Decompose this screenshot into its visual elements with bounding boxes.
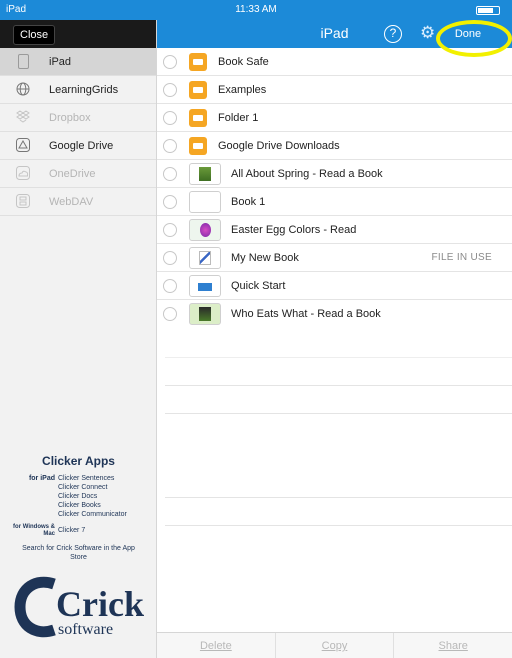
sidebar-item-learninggrids[interactable]: LearningGrids	[0, 76, 156, 104]
promo-search-text: Search for Crick Software in the App Sto…	[22, 545, 135, 561]
sidebar-item-label: LearningGrids	[49, 84, 119, 96]
sidebar: Close iPad LearningGrids Dropbox Google …	[0, 20, 157, 658]
action-toolbar: Delete Copy Share	[157, 632, 512, 658]
folder-icon	[189, 137, 207, 155]
sidebar-item-dropbox[interactable]: Dropbox	[0, 104, 156, 132]
sidebar-item-ipad[interactable]: iPad	[0, 48, 156, 76]
select-radio[interactable]	[163, 111, 177, 125]
list-item[interactable]: Quick Start	[157, 272, 512, 300]
select-radio[interactable]	[163, 251, 177, 265]
dropbox-icon	[16, 110, 30, 125]
ipad-device-icon	[16, 54, 30, 69]
file-name: Quick Start	[231, 280, 286, 292]
webdav-icon	[16, 194, 30, 209]
book-thumbnail-icon	[189, 219, 221, 241]
select-radio[interactable]	[163, 83, 177, 97]
done-button[interactable]: Done	[448, 28, 488, 40]
select-radio[interactable]	[163, 139, 177, 153]
clicker-apps-promo: Clicker Apps for iPad Clicker Sentences …	[0, 454, 157, 562]
close-button[interactable]: Close	[13, 25, 56, 45]
book-thumbnail-icon	[189, 191, 221, 213]
promo-ipad-apps: for iPad Clicker Sentences Clicker Conne…	[0, 474, 157, 519]
promo-title: Clicker Apps	[42, 454, 115, 468]
folder-icon	[189, 109, 207, 127]
book-thumbnail-icon	[189, 275, 221, 297]
promo-desktop-lead: for Windows & Mac	[13, 524, 55, 537]
delete-button[interactable]: Delete	[157, 633, 276, 658]
select-radio[interactable]	[163, 279, 177, 293]
promo-app-link[interactable]: Clicker Books	[58, 501, 127, 510]
promo-app-link[interactable]: Clicker Connect	[58, 483, 127, 492]
folder-icon	[189, 53, 207, 71]
list-item[interactable]: Book 1	[157, 188, 512, 216]
file-name: Examples	[218, 84, 267, 96]
file-name: All About Spring - Read a Book	[231, 168, 383, 180]
promo-desktop-apps: for Windows & Mac Clicker 7	[0, 524, 157, 538]
file-in-use-badge: FILE IN USE	[431, 252, 492, 263]
sidebar-item-label: WebDAV	[49, 196, 94, 208]
file-browser: iPad ? ⚙ Done Book Safe Examples Folder …	[157, 20, 512, 658]
book-thumbnail-icon	[189, 303, 221, 325]
book-thumbnail-icon	[189, 163, 221, 185]
share-button[interactable]: Share	[394, 633, 512, 658]
top-bar: iPad ? ⚙ Done	[157, 20, 512, 48]
file-name: Google Drive Downloads	[218, 140, 340, 152]
promo-ipad-lead: for iPad	[28, 475, 55, 482]
google-drive-icon	[16, 138, 30, 153]
copy-button[interactable]: Copy	[276, 633, 395, 658]
promo-app-link[interactable]: Clicker Communicator	[58, 510, 127, 519]
list-item[interactable]: All About Spring - Read a Book	[157, 160, 512, 188]
list-item[interactable]: Book Safe	[157, 48, 512, 76]
file-name: Book 1	[231, 196, 266, 208]
promo-app-link[interactable]: Clicker Docs	[58, 492, 127, 501]
list-item[interactable]: Who Eats What - Read a Book	[157, 300, 512, 328]
list-item[interactable]: Examples	[157, 76, 512, 104]
select-radio[interactable]	[163, 55, 177, 69]
list-item[interactable]: My New Book FILE IN USE	[157, 244, 512, 272]
crick-software-logo: Crick software	[14, 576, 144, 638]
file-name: Book Safe	[218, 56, 269, 68]
select-radio[interactable]	[163, 195, 177, 209]
sidebar-item-label: iPad	[49, 56, 72, 68]
promo-app-link[interactable]: Clicker 7	[58, 524, 85, 534]
promo-app-link[interactable]: Clicker Sentences	[58, 474, 127, 483]
sidebar-header: Close	[0, 20, 156, 48]
help-button[interactable]: ?	[384, 25, 402, 43]
select-radio[interactable]	[163, 167, 177, 181]
empty-list-area	[165, 330, 512, 526]
sidebar-item-webdav[interactable]: WebDAV	[0, 188, 156, 216]
file-name: Who Eats What - Read a Book	[231, 308, 381, 320]
globe-icon	[16, 82, 30, 97]
logo-main-text: Crick	[56, 584, 144, 624]
select-radio[interactable]	[163, 307, 177, 321]
folder-icon	[189, 81, 207, 99]
list-item[interactable]: Folder 1	[157, 104, 512, 132]
onedrive-icon	[16, 166, 30, 181]
battery-icon	[476, 6, 500, 15]
sidebar-item-google-drive[interactable]: Google Drive	[0, 132, 156, 160]
file-name: My New Book	[231, 252, 299, 264]
sidebar-item-label: OneDrive	[49, 168, 96, 180]
sidebar-item-onedrive[interactable]: OneDrive	[0, 160, 156, 188]
file-name: Folder 1	[218, 112, 259, 124]
file-list: Book Safe Examples Folder 1 Google Drive…	[157, 48, 512, 328]
book-thumbnail-icon	[189, 247, 221, 269]
clock: 11:33 AM	[235, 4, 277, 15]
logo-sub-text: software	[58, 621, 113, 638]
gear-icon[interactable]: ⚙	[420, 23, 435, 43]
file-name: Easter Egg Colors - Read	[231, 224, 357, 236]
sidebar-item-label: Dropbox	[49, 112, 91, 124]
list-item[interactable]: Easter Egg Colors - Read	[157, 216, 512, 244]
status-bar: iPad 11:33 AM	[0, 0, 512, 20]
sidebar-item-label: Google Drive	[49, 140, 114, 152]
list-item[interactable]: Google Drive Downloads	[157, 132, 512, 160]
select-radio[interactable]	[163, 223, 177, 237]
